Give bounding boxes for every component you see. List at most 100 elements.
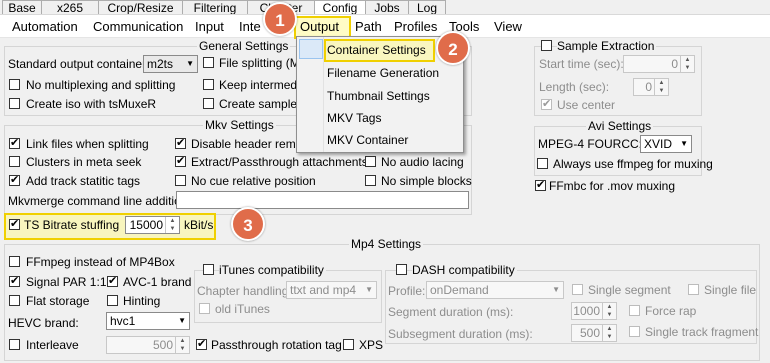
step-badge-1: 1 [263,2,297,36]
spinner-arrows-icon: ▲ ▼ [602,325,616,341]
passthrough-rotation-checkbox[interactable] [196,337,207,351]
signal-par-checkbox[interactable] [9,274,20,288]
itunes-checkbox[interactable] [203,264,214,275]
force-rap-label: Force rap [645,304,697,318]
menu-profiles[interactable]: Profiles [394,19,437,34]
ts-bitrate-checkbox[interactable] [9,217,20,231]
chevron-down-icon: ▼ [552,285,560,294]
hinting-checkbox[interactable] [107,295,118,306]
interleave-spinner[interactable]: 500 ▲ ▼ [106,336,190,354]
create-sample-checkbox[interactable] [203,98,214,109]
link-files-checkbox[interactable] [9,136,20,150]
chevron-down-icon: ▼ [186,59,194,68]
menu-automation[interactable]: Automation [12,19,78,34]
mp4-settings-title: Mp4 Settings [349,237,424,251]
ts-bitrate-unit: kBit/s [184,218,214,232]
no-cue-checkbox[interactable] [175,175,186,186]
profile-label: Profile: [388,284,426,298]
use-center-label: Use center [557,98,616,112]
spinner-arrows-icon: ▲ ▼ [165,217,179,233]
dash-label: DASH compatibility [412,263,517,277]
no-audio-lacing-checkbox[interactable] [365,156,376,167]
force-rap-checkbox[interactable] [629,305,640,316]
single-track-label: Single track fragment [645,325,759,339]
single-file-label: Single file [704,283,757,297]
tab-log[interactable]: Log [408,0,446,15]
single-file-checkbox[interactable] [688,284,699,295]
disable-header-checkbox[interactable] [175,136,186,150]
create-iso-label: Create iso with tsMuxeR [26,97,157,111]
no-cue-label: No cue relative position [191,174,316,188]
flat-storage-label: Flat storage [26,294,90,308]
dash-checkbox[interactable] [396,264,407,275]
step-badge-3: 3 [231,207,265,241]
hevc-brand-select[interactable]: hvc1 ▼ [106,312,190,330]
ffmbc-checkbox[interactable] [535,178,546,192]
profile-select[interactable]: onDemand ▼ [426,281,564,299]
length-spinner[interactable]: 0 ▲ ▼ [633,78,669,96]
interleave-checkbox[interactable] [9,339,20,350]
chevron-down-icon: ▼ [680,139,688,148]
menu-path[interactable]: Path [355,19,382,34]
mkvmerge-input[interactable] [176,191,469,209]
xps-checkbox[interactable] [343,339,354,350]
menu-item-filename-generation[interactable]: Filename Generation [327,66,439,80]
tab-crop-resize[interactable]: Crop/Resize [98,0,183,15]
length-label: Length (sec): [539,80,610,94]
segment-duration-spinner[interactable]: 1000 ▲ ▼ [571,302,617,320]
start-time-spinner[interactable]: 0 ▲ ▼ [623,55,695,73]
single-track-checkbox[interactable] [629,326,640,337]
always-ffmpeg-checkbox[interactable] [537,158,548,169]
create-sample-label: Create sample [219,97,298,111]
spinner-arrows-icon: ▲ ▼ [654,79,668,95]
subsegment-duration-spinner[interactable]: 500 ▲ ▼ [571,324,617,342]
menu-item-mkv-tags[interactable]: MKV Tags [327,111,381,125]
create-iso-checkbox[interactable] [9,98,20,109]
avc1-brand-checkbox[interactable] [107,274,118,288]
chapter-handling-label: Chapter handling: [197,284,292,298]
file-splitting-checkbox[interactable] [203,57,214,68]
hevc-brand-label: HEVC brand: [8,316,79,330]
use-center-checkbox[interactable] [541,97,552,111]
tab-base[interactable]: Base [2,0,42,15]
keep-intermediate-label: Keep intermedia [219,78,307,92]
tab-filtering[interactable]: Filtering [182,0,248,15]
chapter-handling-select[interactable]: ttxt and mp4 ▼ [286,281,377,299]
menu-output[interactable]: Output [300,19,339,34]
no-mux-label: No multiplexing and splitting [26,78,176,92]
ffmpeg-instead-label: FFmpeg instead of MP4Box [26,255,175,269]
old-itunes-checkbox[interactable] [199,303,210,314]
xps-label: XPS [359,338,384,352]
menu-communication[interactable]: Communication [93,19,183,34]
ts-bitrate-label: TS Bitrate stuffing [24,218,120,232]
sample-extraction-checkbox[interactable] [541,40,552,51]
menu-interface[interactable]: Inte [239,19,261,34]
segment-duration-label: Segment duration (ms): [388,305,514,319]
no-simple-blocks-checkbox[interactable] [365,175,376,186]
menu-selection-box [299,39,323,59]
old-itunes-label: old iTunes [215,302,270,316]
extract-passthrough-checkbox[interactable] [175,154,186,168]
itunes-label: iTunes compatibility [219,263,326,277]
clusters-checkbox[interactable] [9,156,20,167]
menu-item-thumbnail-settings[interactable]: Thumbnail Settings [327,89,430,103]
tab-x265[interactable]: x265 [41,0,99,15]
ts-bitrate-spinner[interactable]: 15000 ▲ ▼ [125,216,180,234]
tab-jobs[interactable]: Jobs [365,0,409,15]
menu-input[interactable]: Input [195,19,224,34]
always-ffmpeg-label: Always use ffmpeg for muxing [553,157,713,171]
add-track-tags-checkbox[interactable] [9,173,20,187]
menu-view[interactable]: View [494,19,522,34]
std-container-select[interactable]: m2ts ▼ [143,55,198,73]
menu-item-mkv-container[interactable]: MKV Container [327,133,408,147]
ffmpeg-instead-checkbox[interactable] [9,256,20,267]
fourcc-select[interactable]: XVID ▼ [640,135,692,153]
extract-passthrough-label: Extract/Passthrough attachments [191,155,368,169]
step-badge-2: 2 [436,31,470,65]
no-audio-lacing-label: No audio lacing [381,155,464,169]
menu-item-container-settings[interactable]: Container Settings [327,43,426,57]
flat-storage-checkbox[interactable] [9,295,20,306]
single-segment-checkbox[interactable] [572,284,583,295]
no-mux-checkbox[interactable] [9,79,20,90]
keep-intermediate-checkbox[interactable] [203,79,214,90]
